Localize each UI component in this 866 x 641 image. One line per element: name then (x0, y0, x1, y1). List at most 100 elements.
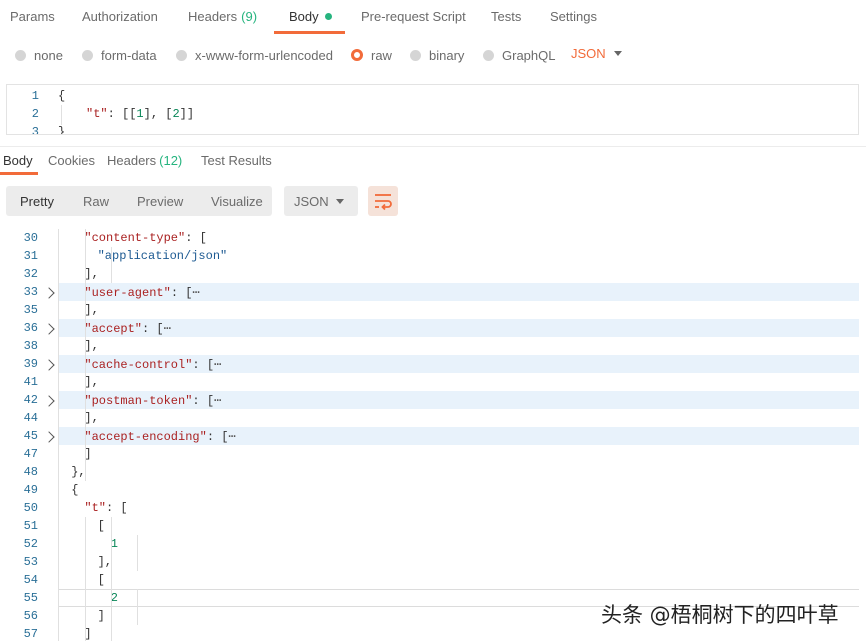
tab-label: Tests (491, 9, 522, 24)
code-line: } (58, 125, 66, 135)
radio-label: x-www-form-urlencoded (195, 47, 333, 63)
tab-headers[interactable]: Headers (9) (188, 9, 257, 33)
view-visualize-button[interactable]: Visualize (211, 194, 263, 209)
line-number: 54 (23, 573, 38, 587)
json-key: "content-type" (84, 231, 186, 245)
tab-params[interactable]: Params (10, 9, 55, 33)
code-line: "t": [ (84, 501, 127, 515)
radio-none[interactable]: none (15, 47, 63, 63)
watermark-text: 头条 @梧桐树下的四叶草 (601, 603, 839, 627)
collapsed-ellipsis-icon[interactable]: ⋯ (214, 394, 221, 408)
tab-settings[interactable]: Settings (550, 9, 597, 33)
line-number: 31 (23, 249, 38, 263)
tab-response-body[interactable]: Body (3, 153, 33, 168)
request-body-editor[interactable]: 1 { 2 "t": [[1], [2]] 3 } (6, 84, 859, 135)
radio-circle-icon (410, 49, 421, 61)
wrap-lines-button[interactable] (368, 186, 398, 216)
code-line: "accept": [⋯ (84, 321, 170, 336)
line-number: 44 (23, 411, 38, 425)
indent-guide (85, 517, 86, 641)
body-format-dropdown[interactable]: JSON (571, 46, 606, 61)
body-type-selector: none form-data x-www-form-urlencoded raw… (0, 42, 866, 66)
code-line: ], (84, 339, 99, 353)
line-number: 50 (23, 501, 38, 515)
collapsed-ellipsis-icon[interactable]: ⋯ (192, 286, 199, 300)
collapsed-ellipsis-icon[interactable]: ⋯ (164, 322, 171, 336)
request-tabs: Params Authorization Headers (9) Body Pre… (0, 0, 866, 34)
tab-label: Authorization (82, 9, 158, 24)
code-punct: : [ (106, 501, 128, 515)
tab-response-headers[interactable]: Headers (12) (107, 153, 182, 168)
line-number: 52 (23, 537, 38, 551)
tab-test-results[interactable]: Test Results (201, 153, 272, 168)
code-line: [ (97, 519, 105, 533)
line-number: 32 (23, 267, 38, 281)
radio-form-data[interactable]: form-data (82, 47, 157, 63)
radio-label: GraphQL (502, 47, 556, 63)
line-number: 3 (31, 125, 39, 135)
json-string: "application/json" (97, 249, 228, 263)
chevron-down-icon[interactable] (614, 51, 622, 56)
code-punct: ], [ (143, 107, 173, 121)
code-punct: : [ (206, 430, 229, 444)
response-body-viewer[interactable]: 30 "content-type": [31 "application/json" 3… (0, 222, 866, 641)
chevron-right-icon[interactable] (43, 359, 55, 371)
code-line: }, (71, 465, 86, 479)
tab-label: Cookies (48, 153, 95, 168)
highlighted-line (58, 319, 859, 337)
line-number: 48 (23, 465, 38, 479)
json-key: "cache-control" (84, 358, 193, 372)
radio-label: none (34, 47, 63, 63)
tab-body[interactable]: Body (289, 9, 332, 33)
chevron-right-icon[interactable] (43, 323, 55, 335)
tab-tests[interactable]: Tests (491, 9, 521, 33)
json-key: "t" (84, 501, 106, 515)
chevron-right-icon[interactable] (43, 395, 55, 407)
line-number: 53 (23, 555, 38, 569)
tab-label: Body (3, 153, 33, 168)
code-line: "application/json" (98, 249, 228, 263)
tab-label: Headers (107, 153, 157, 168)
active-tab-indicator (0, 172, 38, 175)
code-line: ], (97, 555, 112, 569)
radio-binary[interactable]: binary (410, 47, 464, 63)
line-number: 39 (23, 357, 38, 371)
code-line: "cache-control": [⋯ (84, 357, 221, 372)
view-pretty-button[interactable]: Pretty (20, 194, 54, 209)
json-key: "user-agent" (84, 286, 171, 300)
code-line: { (71, 483, 79, 497)
tab-label: Params (10, 9, 55, 24)
code-line: ], (84, 375, 99, 389)
line-number: 2 (31, 107, 39, 121)
code-line: "user-agent": [⋯ (84, 285, 199, 300)
code-line: "postman-token": [⋯ (84, 393, 221, 408)
radio-circle-icon (82, 49, 93, 61)
radio-label: form-data (101, 47, 157, 63)
radio-graphql[interactable]: GraphQL (483, 47, 555, 63)
code-punct: : [ (185, 231, 207, 245)
code-punct: ]] (179, 107, 195, 121)
line-number: 45 (23, 429, 38, 443)
view-preview-button[interactable]: Preview (137, 194, 183, 209)
tab-authorization[interactable]: Authorization (82, 9, 158, 33)
chevron-right-icon[interactable] (43, 287, 55, 299)
tab-label: Headers (188, 9, 238, 24)
radio-raw[interactable]: raw (351, 47, 392, 63)
tab-cookies[interactable]: Cookies (48, 153, 95, 168)
radio-x-www-form-urlencoded[interactable]: x-www-form-urlencoded (176, 47, 333, 63)
collapsed-ellipsis-icon[interactable]: ⋯ (214, 358, 221, 372)
view-raw-button[interactable]: Raw (83, 194, 109, 209)
tab-pre-request-script[interactable]: Pre-request Script (361, 9, 466, 33)
code-line: "accept-encoding": [⋯ (84, 429, 235, 444)
response-format-dropdown[interactable]: JSON (284, 186, 358, 216)
code-line: ], (84, 303, 99, 317)
view-mode-group: Pretty Raw Preview Visualize (6, 186, 272, 216)
collapsed-ellipsis-icon[interactable]: ⋯ (228, 430, 235, 444)
radio-circle-icon (176, 49, 187, 61)
json-key: "postman-token" (84, 394, 193, 408)
radio-selected-icon (351, 49, 363, 61)
chevron-right-icon[interactable] (43, 431, 55, 443)
line-number: 1 (31, 89, 39, 103)
line-number: 33 (23, 285, 38, 299)
json-number: 1 (136, 107, 144, 121)
